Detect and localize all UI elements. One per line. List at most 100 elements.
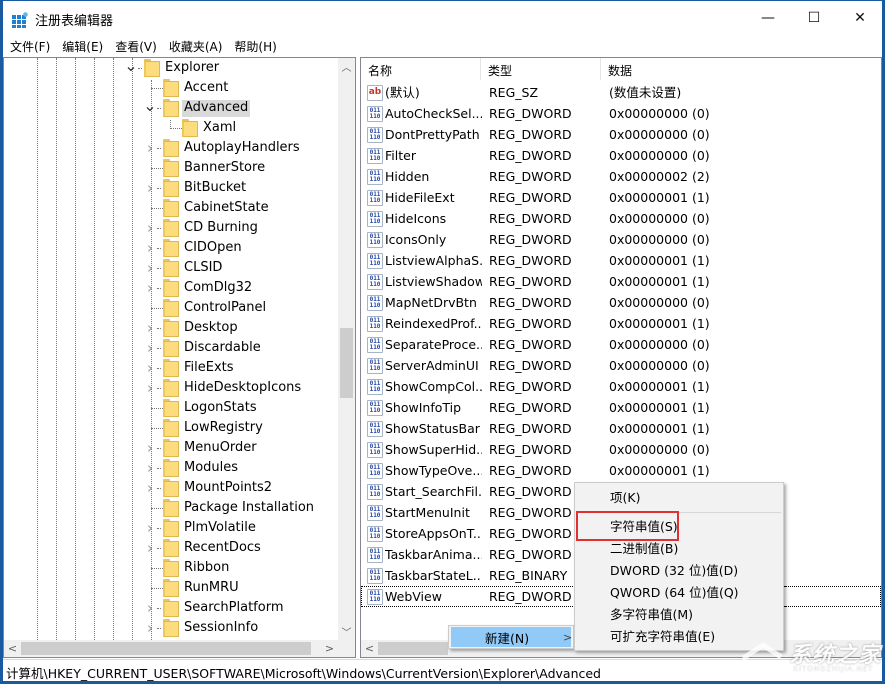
tree-node[interactable]: › CLSID: [4, 258, 337, 278]
registry-value-row[interactable]: 011 110 Hidden REG_DWORD 0x00000002 (2): [361, 166, 881, 187]
scroll-thumb[interactable]: [378, 642, 448, 655]
registry-value-row[interactable]: 011 110 ReindexedProf... REG_DWORD 0x000000…: [361, 313, 881, 334]
tree-node[interactable]: › CD Burning: [4, 218, 337, 238]
chevron-right-icon[interactable]: ›: [144, 218, 156, 238]
tree-vertical-scrollbar[interactable]: ︿ ﹀: [338, 58, 355, 640]
tree-node[interactable]: › SessionInfo: [4, 618, 337, 638]
tree-node[interactable]: ControlPanel: [4, 298, 337, 318]
chevron-right-icon[interactable]: ›: [144, 318, 156, 338]
chevron-right-icon[interactable]: ›: [144, 538, 156, 558]
scroll-thumb[interactable]: [21, 642, 311, 655]
chevron-right-icon[interactable]: ›: [144, 618, 156, 638]
scroll-right-icon[interactable]: >: [321, 640, 338, 657]
column-header-type[interactable]: 类型: [481, 58, 601, 80]
registry-value-row[interactable]: 011 110 IconsOnly REG_DWORD 0x00000000 (0): [361, 229, 881, 250]
tree-node[interactable]: › Desktop: [4, 318, 337, 338]
submenu-item-key[interactable]: 项(K): [577, 487, 781, 509]
registry-value-row[interactable]: 011 110 Filter REG_DWORD 0x00000000 (0): [361, 145, 881, 166]
tree-node[interactable]: › SearchPlatform: [4, 598, 337, 618]
registry-value-row[interactable]: 011 110 ListviewShadow REG_DWORD 0x00000001…: [361, 271, 881, 292]
tree-node[interactable]: RunMRU: [4, 578, 337, 598]
registry-value-row[interactable]: 011 110 HideIcons REG_DWORD 0x00000000 (0): [361, 208, 881, 229]
chevron-right-icon[interactable]: ›: [144, 358, 156, 378]
tree-node[interactable]: › MountPoints2: [4, 478, 337, 498]
registry-value-row[interactable]: 011 110 ShowInfoTip REG_DWORD 0x00000001 (1…: [361, 397, 881, 418]
tree-node[interactable]: › Modules: [4, 458, 337, 478]
chevron-right-icon[interactable]: ›: [144, 138, 156, 158]
menu-favorites[interactable]: 收藏夹(A): [163, 35, 229, 56]
tree-node[interactable]: › MenuOrder: [4, 438, 337, 458]
registry-value-row[interactable]: 011 110 MapNetDrvBtn REG_DWORD 0x00000000 (…: [361, 292, 881, 313]
menu-help[interactable]: 帮助(H): [228, 35, 282, 56]
title-bar[interactable]: 注册表编辑器 — ☐ ✕: [3, 1, 882, 34]
tree-node[interactable]: › AutoplayHandlers: [4, 138, 337, 158]
context-menu-new[interactable]: 新建(N) >: [451, 627, 572, 647]
registry-value-row[interactable]: 011 110 DontPrettyPath REG_DWORD 0x00000000…: [361, 124, 881, 145]
tree-node[interactable]: Accent: [4, 78, 337, 98]
scroll-thumb[interactable]: [340, 328, 353, 398]
registry-value-row[interactable]: 011 110 ShowStatusBar REG_DWORD 0x00000001 …: [361, 418, 881, 439]
chevron-right-icon[interactable]: ›: [144, 458, 156, 478]
tree-horizontal-scrollbar[interactable]: < >: [4, 640, 338, 657]
menu-file[interactable]: 文件(F): [3, 35, 56, 56]
tree-connector: [151, 308, 163, 309]
chevron-right-icon[interactable]: ›: [144, 278, 156, 298]
scroll-left-icon[interactable]: <: [361, 640, 378, 657]
menu-edit[interactable]: 编辑(E): [56, 35, 109, 56]
tree-node[interactable]: Package Installation: [4, 498, 337, 518]
chevron-down-icon[interactable]: ⌄: [124, 58, 137, 75]
column-header-name[interactable]: 名称: [361, 58, 481, 80]
tree-node[interactable]: Xaml: [4, 118, 337, 138]
tree-node[interactable]: › ComDlg32: [4, 278, 337, 298]
tree-node[interactable]: › Discardable: [4, 338, 337, 358]
scroll-down-icon[interactable]: ﹀: [338, 623, 355, 640]
registry-value-row[interactable]: 011 110 ShowSuperHid... REG_DWORD 0x0000000…: [361, 439, 881, 460]
tree-node[interactable]: › CIDOpen: [4, 238, 337, 258]
menu-view[interactable]: 查看(V): [109, 35, 163, 56]
registry-value-row[interactable]: 011 110 SeparateProce... REG_DWORD 0x000000…: [361, 334, 881, 355]
registry-value-row[interactable]: 011 110 ServerAdminUI REG_DWORD 0x00000000 …: [361, 355, 881, 376]
column-header-data[interactable]: 数据: [601, 58, 881, 80]
tree-node[interactable]: › BitBucket: [4, 178, 337, 198]
tree-node[interactable]: LowRegistry: [4, 418, 337, 438]
chevron-right-icon[interactable]: ›: [144, 598, 156, 618]
minimize-button[interactable]: —: [745, 1, 791, 34]
chevron-right-icon[interactable]: ›: [144, 258, 156, 278]
chevron-right-icon[interactable]: ›: [144, 378, 156, 398]
chevron-right-icon[interactable]: ›: [144, 178, 156, 198]
chevron-right-icon[interactable]: ›: [144, 438, 156, 458]
maximize-button[interactable]: ☐: [791, 1, 837, 34]
tree-node[interactable]: ⌄ Explorer: [4, 58, 337, 78]
tree-node[interactable]: › FileExts: [4, 358, 337, 378]
tree-node[interactable]: › PlmVolatile: [4, 518, 337, 538]
value-type: REG_DWORD: [489, 106, 572, 121]
chevron-right-icon[interactable]: ›: [144, 518, 156, 538]
tree-node[interactable]: Ribbon: [4, 558, 337, 578]
tree-connector: [157, 608, 161, 609]
registry-value-row[interactable]: 011 110 ShowTypeOve... REG_DWORD 0x00000001…: [361, 460, 881, 481]
tree-node[interactable]: LogonStats: [4, 398, 337, 418]
submenu-item-qword-value[interactable]: QWORD (64 位)值(Q): [577, 582, 781, 604]
chevron-right-icon[interactable]: ›: [144, 338, 156, 358]
close-button[interactable]: ✕: [837, 1, 883, 34]
registry-value-row[interactable]: 011 110 AutoCheckSel... REG_DWORD 0x0000000…: [361, 103, 881, 124]
chevron-right-icon[interactable]: ›: [144, 478, 156, 498]
tree-node[interactable]: › HideDesktopIcons: [4, 378, 337, 398]
chevron-down-icon[interactable]: ⌄: [143, 95, 156, 115]
tree-node[interactable]: › RecentDocs: [4, 538, 337, 558]
registry-value-row[interactable]: 011 110 ListviewAlphaS... REG_DWORD 0x00000…: [361, 250, 881, 271]
value-data: 0x00000000 (0): [609, 127, 710, 142]
registry-value-row[interactable]: 011 110 HideFileExt REG_DWORD 0x00000001 (1…: [361, 187, 881, 208]
tree-node[interactable]: BannerStore: [4, 158, 337, 178]
registry-tree[interactable]: ⌄ Explorer Accent ⌄ Advanced Xaml › AutoplayHan…: [3, 57, 356, 658]
scroll-up-icon[interactable]: ︿: [338, 58, 355, 75]
tree-node[interactable]: ⌄ Advanced: [4, 95, 337, 118]
submenu-item-binary-value[interactable]: 二进制值(B): [577, 538, 781, 560]
submenu-item-multi-string-value[interactable]: 多字符串值(M): [577, 604, 781, 626]
submenu-item-dword-value[interactable]: DWORD (32 位)值(D): [577, 560, 781, 582]
tree-node[interactable]: CabinetState: [4, 198, 337, 218]
scroll-left-icon[interactable]: <: [4, 640, 21, 657]
chevron-right-icon[interactable]: ›: [144, 238, 156, 258]
registry-value-row[interactable]: ab (默认) REG_SZ (数值未设置): [361, 82, 881, 103]
registry-value-row[interactable]: 011 110 ShowCompCol... REG_DWORD 0x00000001…: [361, 376, 881, 397]
